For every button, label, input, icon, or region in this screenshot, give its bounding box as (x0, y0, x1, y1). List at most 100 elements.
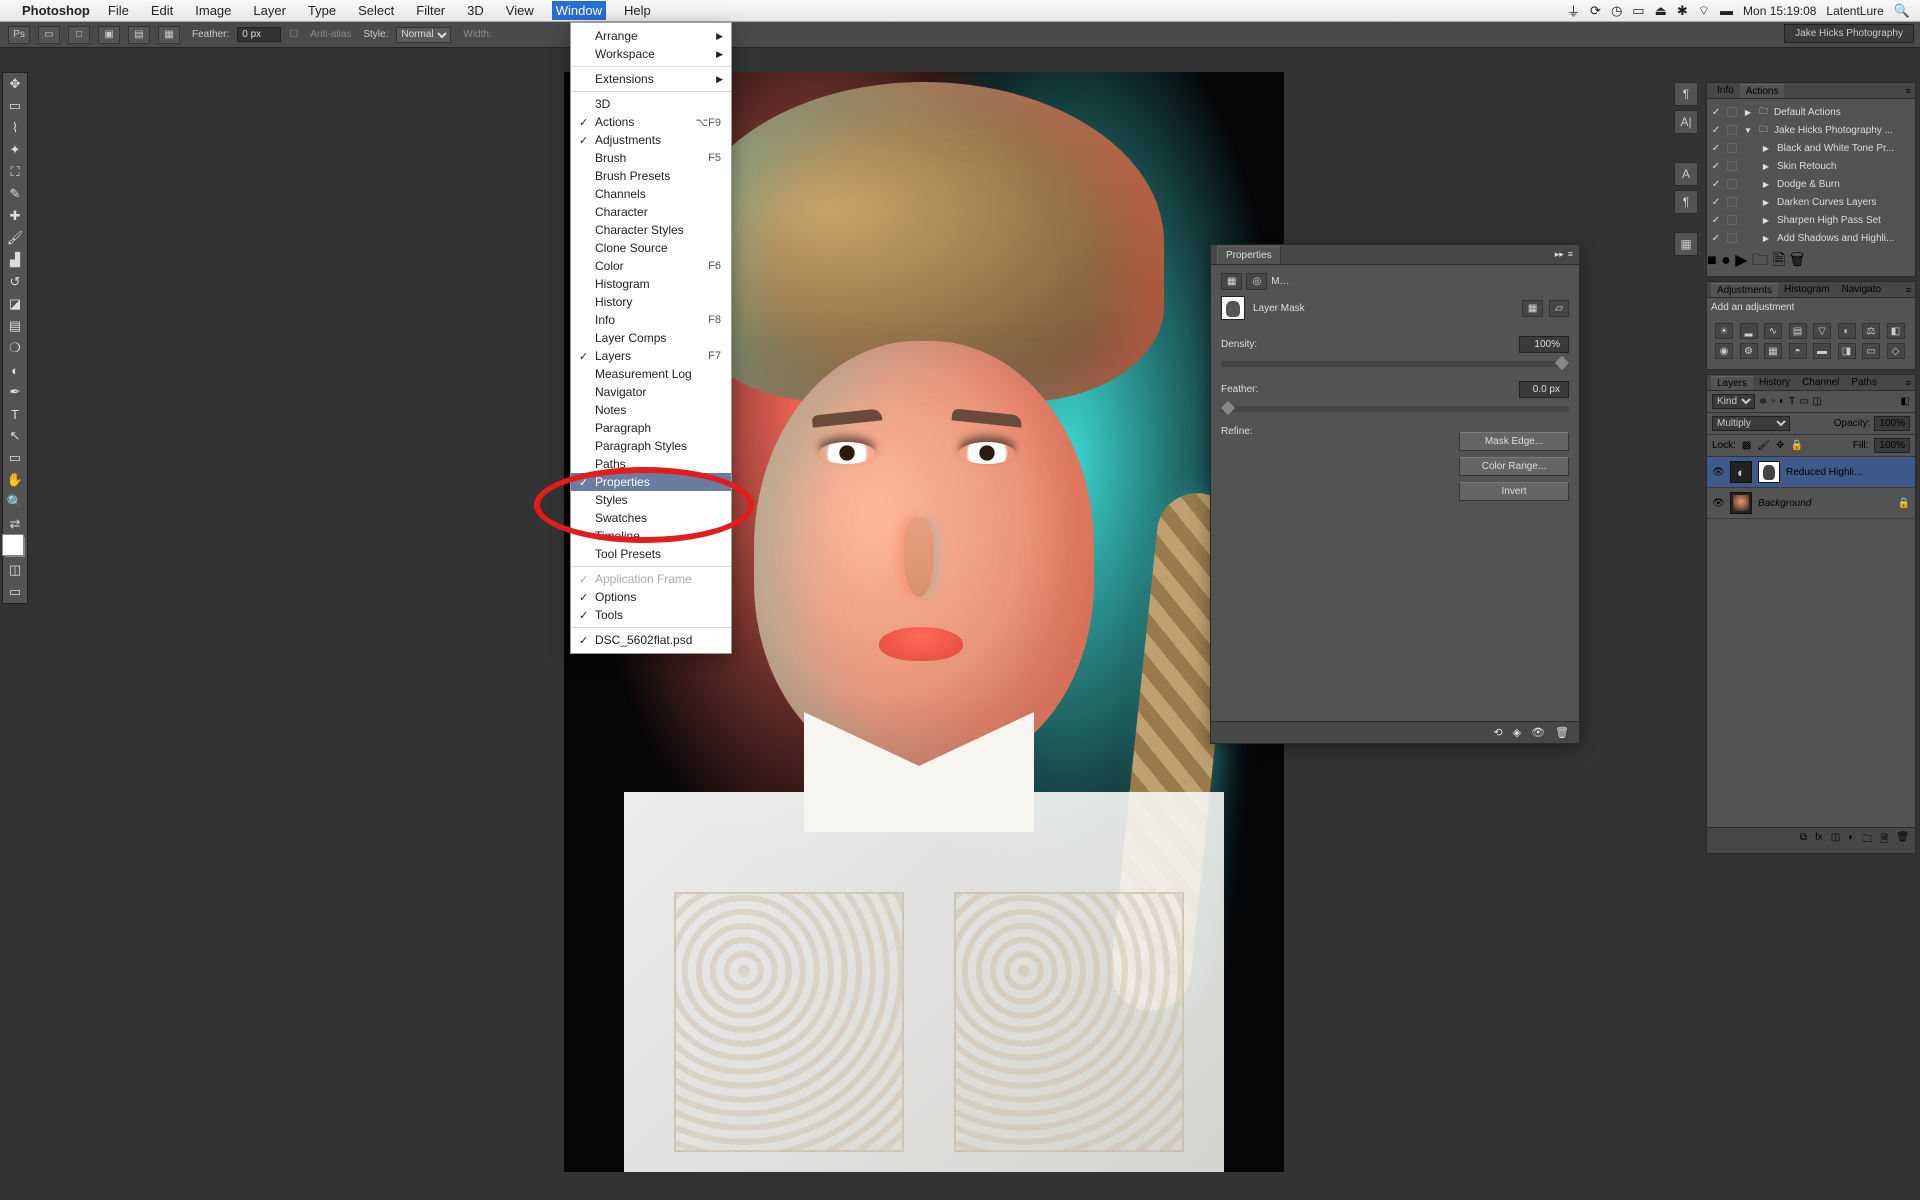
action-stop-icon[interactable]: ■ (1707, 252, 1717, 269)
layer-group-icon[interactable]: 🗀 (1862, 832, 1872, 849)
menu-help[interactable]: Help (620, 1, 655, 20)
zoom-tool-icon[interactable]: 🔍 (3, 491, 27, 513)
menu-3d[interactable]: 3D (463, 1, 488, 20)
selection-new-icon[interactable]: □ (68, 26, 90, 44)
lock-all-icon[interactable]: 🔒 (1790, 440, 1802, 451)
adj-lookuptable-icon[interactable]: ▦ (1764, 343, 1782, 359)
marquee-tool-icon[interactable]: ▭ (3, 95, 27, 117)
action-row[interactable]: ✓▶Skin Retouch (1711, 157, 1911, 175)
dodge-tool-icon[interactable]: ◐ (3, 359, 27, 381)
properties-tab[interactable]: Properties (1217, 246, 1281, 264)
navigator-tab[interactable]: Navigato (1836, 283, 1887, 296)
document-tab[interactable]: Jake Hicks Photography (1784, 24, 1914, 43)
menu-item-paths[interactable]: Paths (571, 455, 731, 473)
mask-view-pixel-icon[interactable]: ▦ (1221, 273, 1242, 290)
menu-item-adjustments[interactable]: ✓Adjustments (571, 131, 731, 149)
menu-item-measurement-log[interactable]: Measurement Log (571, 365, 731, 383)
menu-item-notes[interactable]: Notes (571, 401, 731, 419)
actions-menu-icon[interactable]: ≡ (1906, 86, 1911, 96)
adj-invert-icon[interactable]: ◓ (1789, 343, 1807, 359)
clock[interactable]: Mon 15:19:08 (1743, 4, 1816, 18)
screenmode-icon[interactable]: ▭ (3, 581, 27, 603)
adj-channelmixer-icon[interactable]: ⚙ (1740, 343, 1758, 359)
menu-layer[interactable]: Layer (249, 1, 290, 20)
style-select[interactable]: Normal (396, 27, 451, 43)
adj-threshold-icon[interactable]: ◨ (1838, 343, 1856, 359)
action-row[interactable]: ✓▶🗀Default Actions (1711, 103, 1911, 121)
menu-item-layer-comps[interactable]: Layer Comps (571, 329, 731, 347)
filter-smart-icon[interactable]: ◫ (1813, 396, 1822, 407)
menu-item-layers[interactable]: ✓LayersF7 (571, 347, 731, 365)
mask-vector-button-icon[interactable]: ▱ (1549, 300, 1569, 317)
layer-mask-icon[interactable]: ◫ (1831, 832, 1840, 849)
menu-item-paragraph[interactable]: Paragraph (571, 419, 731, 437)
fill-value[interactable]: 100% (1874, 438, 1910, 453)
adj-gradientmap-icon[interactable]: ▭ (1862, 343, 1880, 359)
sync-icon[interactable]: ⟳ (1590, 3, 1601, 19)
mask-edge-button[interactable]: Mask Edge... (1459, 432, 1569, 451)
mask-disable-icon[interactable]: 👁 (1531, 726, 1545, 739)
charstyles-panel-icon[interactable]: A (1674, 162, 1698, 186)
paragraph-panel-icon[interactable]: A| (1674, 110, 1698, 134)
menu-item-character-styles[interactable]: Character Styles (571, 221, 731, 239)
path-tool-icon[interactable]: ↖ (3, 425, 27, 447)
filter-pixel-icon[interactable]: ▫ (1771, 396, 1775, 407)
menu-item-actions[interactable]: ✓Actions⌥F9 (571, 113, 731, 131)
adj-colorbalance-icon[interactable]: ⚖ (1862, 323, 1880, 339)
adjustments-tab[interactable]: Adjustments (1711, 283, 1778, 297)
swatches-panel-icon[interactable]: ▦ (1674, 232, 1698, 256)
mask-delete-icon[interactable]: 🗑 (1555, 726, 1569, 739)
menu-item-styles[interactable]: Styles (571, 491, 731, 509)
menu-item-arrange[interactable]: Arrange (571, 27, 731, 45)
crop-tool-icon[interactable]: ⛶ (3, 161, 27, 183)
menu-item-channels[interactable]: Channels (571, 185, 731, 203)
brush-tool-icon[interactable]: 🖌 (3, 227, 27, 249)
feather-value-p[interactable]: 0.0 px (1519, 381, 1569, 398)
mask-pixel-button-icon[interactable]: ▦ (1522, 300, 1543, 317)
adj-photofilter-icon[interactable]: ◉ (1715, 343, 1733, 359)
info-tab[interactable]: Info (1711, 84, 1740, 97)
adj-curves-icon[interactable]: ∿ (1764, 323, 1782, 339)
history-tab[interactable]: History (1753, 376, 1796, 389)
filter-adj-icon[interactable]: ◐ (1779, 396, 1785, 407)
spotlight-icon[interactable]: 🔍 (1894, 3, 1910, 19)
menu-item-tool-presets[interactable]: Tool Presets (571, 545, 731, 563)
menu-item-timeline[interactable]: Timeline (571, 527, 731, 545)
feather-slider[interactable] (1221, 406, 1569, 412)
adj-levels-icon[interactable]: ▂ (1740, 323, 1758, 339)
selection-add-icon[interactable]: ▣ (98, 26, 120, 44)
layer-link-icon[interactable]: ⧉ (1800, 832, 1807, 849)
lasso-tool-icon[interactable]: ⌇ (3, 117, 27, 139)
move-tool-icon[interactable]: ✥ (3, 73, 27, 95)
lock-pos-icon[interactable]: ✥ (1776, 440, 1784, 451)
selection-intersect-icon[interactable]: ▦ (158, 26, 180, 44)
hand-tool-icon[interactable]: ✋ (3, 469, 27, 491)
action-row[interactable]: ✓▶Darken Curves Layers (1711, 193, 1911, 211)
invert-button[interactable]: Invert (1459, 482, 1569, 501)
menu-item-histogram[interactable]: Histogram (571, 275, 731, 293)
adj-brightness-icon[interactable]: ☀ (1715, 323, 1733, 339)
action-new-icon[interactable]: 🗎 (1772, 252, 1785, 269)
color-swatch-icon[interactable] (5, 537, 25, 557)
blend-mode-select[interactable]: Multiply (1712, 416, 1790, 431)
gradient-tool-icon[interactable]: ▤ (3, 315, 27, 337)
menu-item-navigator[interactable]: Navigator (571, 383, 731, 401)
menu-item-history[interactable]: History (571, 293, 731, 311)
menu-item-info[interactable]: InfoF8 (571, 311, 731, 329)
character-panel-icon[interactable]: ¶ (1674, 82, 1698, 106)
heal-tool-icon[interactable]: ✚ (3, 205, 27, 227)
eject-icon[interactable]: ⏏ (1655, 3, 1667, 19)
feather-input[interactable] (237, 27, 281, 42)
color-swap-icon[interactable]: ⇄ (3, 513, 27, 535)
menu-item-paragraph-styles[interactable]: Paragraph Styles (571, 437, 731, 455)
lock-pixel-icon[interactable]: 🖌 (1757, 440, 1770, 451)
channels-tab[interactable]: Channel (1796, 376, 1845, 389)
action-play-icon[interactable]: ▶ (1735, 252, 1747, 269)
eyedropper-tool-icon[interactable]: ✎ (3, 183, 27, 205)
menu-file[interactable]: File (104, 1, 133, 20)
filter-shape-icon[interactable]: ▭ (1799, 396, 1808, 407)
menu-window[interactable]: Window (552, 1, 606, 20)
menu-type[interactable]: Type (304, 1, 340, 20)
menu-item-swatches[interactable]: Swatches (571, 509, 731, 527)
density-value[interactable]: 100% (1519, 336, 1569, 353)
